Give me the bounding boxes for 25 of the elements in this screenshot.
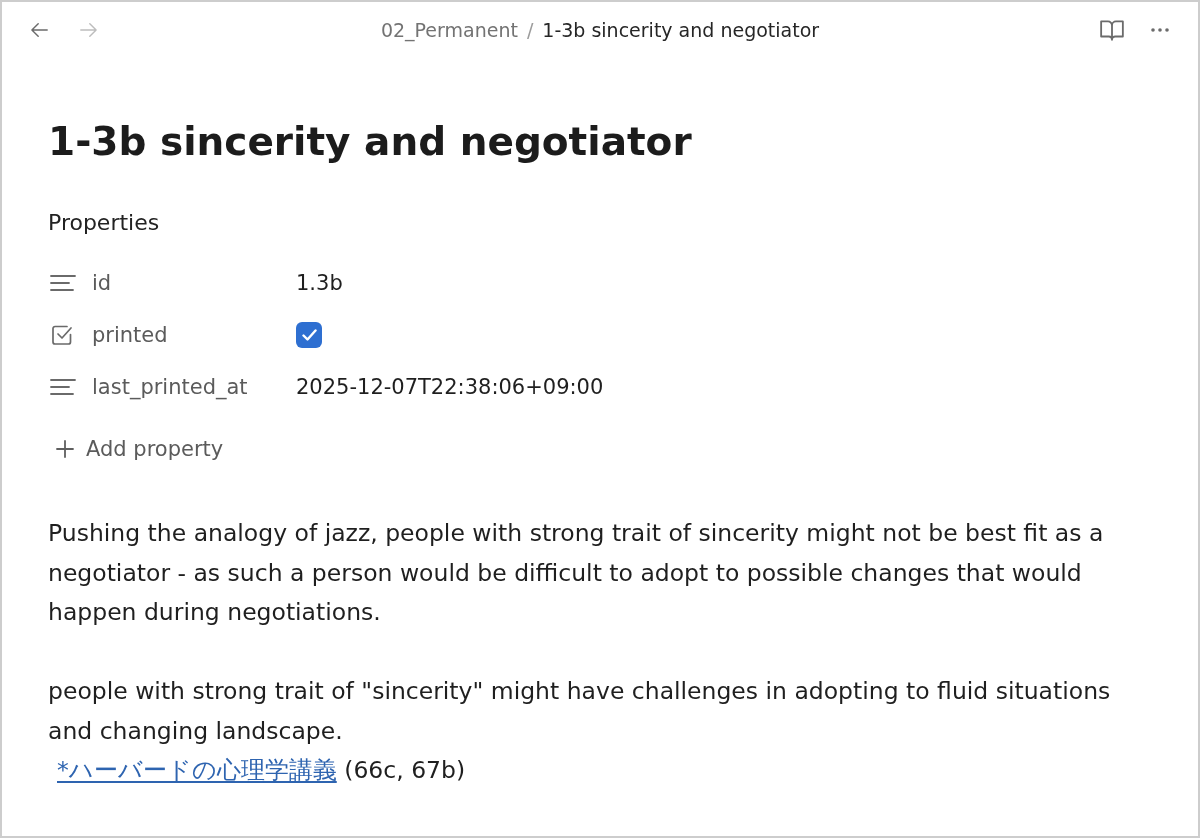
property-name: last_printed_at (92, 375, 249, 399)
citation-text: *ハーバードの心理学講義 (66c, 67b) (56, 755, 467, 786)
body-paragraph: people with strong trait of "sincerity" might have challenges in adopting to fluid situations and changing landscape. (48, 676, 1112, 747)
checkbox[interactable] (296, 322, 322, 348)
breadcrumb-folder[interactable]: 02_Permanent (380, 18, 518, 42)
note-title: 1-3b sincerity and negotiator (48, 118, 693, 166)
plus-icon (56, 440, 74, 458)
properties-heading: Properties (48, 209, 161, 237)
open-book-icon (1100, 19, 1124, 41)
property-value[interactable]: 2025-12-07T22:38:06+09:00 (296, 375, 604, 399)
checkmark-icon (301, 329, 317, 341)
add-property-button[interactable]: Add property (56, 434, 224, 464)
property-value[interactable]: 1.3b (296, 271, 343, 295)
breadcrumb-separator: / (526, 18, 534, 42)
text-lines-icon (50, 378, 76, 396)
arrow-right-icon (78, 21, 98, 39)
note-name: 1-3b sincerity and negotiator (542, 18, 820, 42)
arrow-left-icon (30, 21, 50, 39)
body-paragraph: Pushing the analogy of jazz, people with strong trait of sincerity might not be best fit as a negotiator - as such a person would be difficult to adopt to possible changes that would happen during negotiations. (48, 518, 1105, 628)
reference-link[interactable]: *ハーバードの心理学講義 (57, 756, 337, 784)
text-lines-icon (50, 274, 76, 292)
property-name: printed (92, 323, 169, 347)
more-icon (1151, 28, 1169, 32)
property-name: id (92, 271, 113, 295)
checked-box-icon (50, 323, 74, 347)
